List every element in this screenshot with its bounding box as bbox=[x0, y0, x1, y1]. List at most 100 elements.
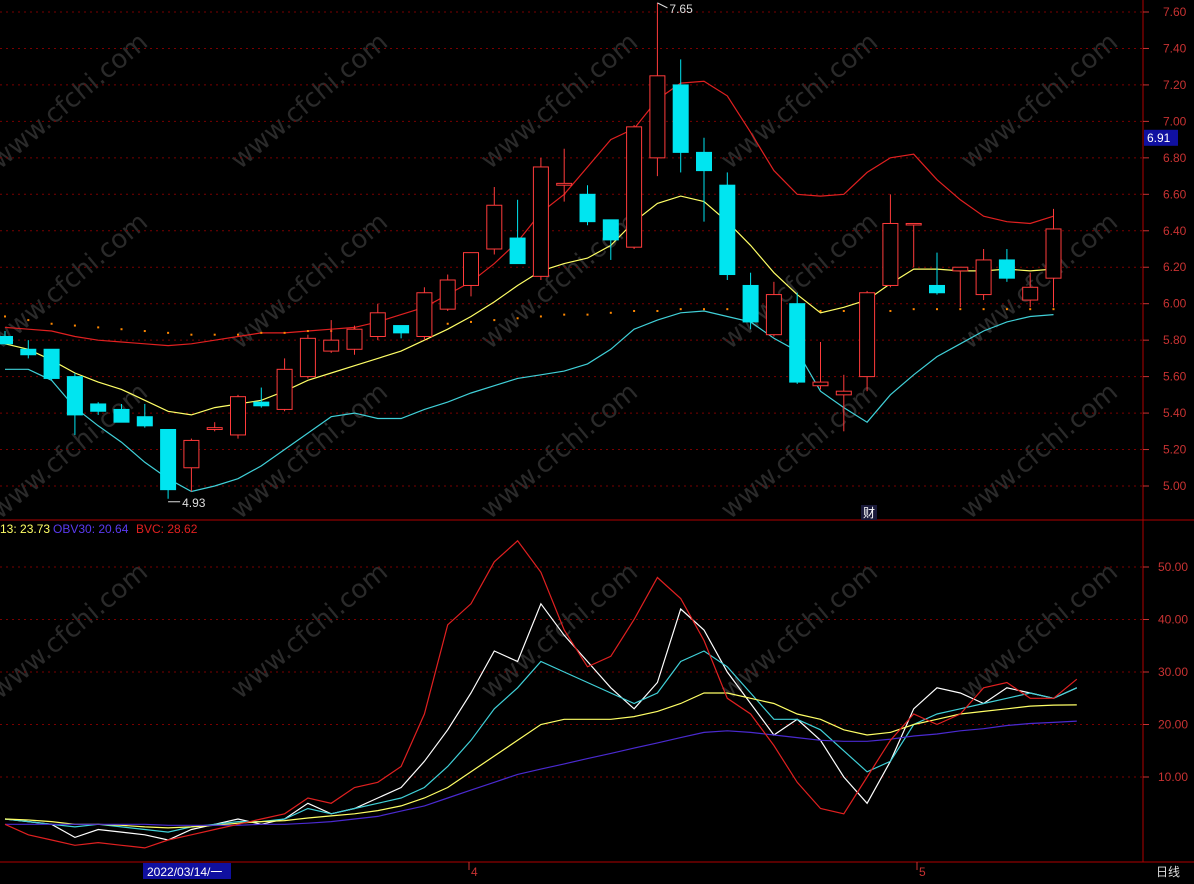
average-dot bbox=[889, 309, 892, 312]
candle-body-up bbox=[463, 252, 479, 286]
average-dot bbox=[97, 326, 100, 329]
date-label-may: 5 bbox=[919, 865, 926, 879]
candle-body-down bbox=[998, 259, 1015, 279]
candle-body-down bbox=[113, 408, 130, 423]
candle bbox=[43, 348, 60, 381]
low-price-label: 4.93 bbox=[182, 496, 206, 510]
price-tick-label: 5.00 bbox=[1163, 479, 1187, 493]
candle bbox=[439, 274, 456, 311]
candle-body-up bbox=[323, 339, 340, 352]
average-dot bbox=[936, 308, 938, 311]
candle-body-up bbox=[952, 266, 969, 272]
candle-body-down bbox=[719, 184, 736, 276]
current-price-value: 6.91 bbox=[1147, 131, 1171, 145]
candle bbox=[416, 287, 433, 341]
average-dot bbox=[819, 309, 822, 312]
average-dot bbox=[260, 331, 263, 334]
average-dot bbox=[842, 309, 845, 312]
candle-body-down bbox=[90, 403, 107, 412]
average-dot bbox=[656, 309, 659, 312]
event-marker[interactable]: 财 bbox=[861, 505, 877, 520]
price-tick-label: 6.60 bbox=[1163, 187, 1187, 201]
indicator-tick-label: 10.00 bbox=[1158, 770, 1188, 784]
financial-report-marker[interactable]: 财 bbox=[863, 506, 875, 520]
candle-body-up bbox=[626, 126, 643, 248]
average-dot bbox=[50, 322, 53, 325]
candle-body-up bbox=[532, 166, 549, 277]
indicator-tick-label: 40.00 bbox=[1158, 613, 1188, 627]
average-dot bbox=[726, 308, 729, 311]
average-dot bbox=[73, 324, 76, 327]
average-dot bbox=[1029, 308, 1032, 311]
candle-body-down bbox=[160, 428, 177, 491]
average-dot bbox=[633, 309, 636, 312]
price-tick-label: 5.60 bbox=[1163, 370, 1187, 384]
candle-body-down bbox=[66, 376, 83, 416]
legend-obv30: OBV30: 20.64 bbox=[53, 522, 129, 536]
candle-body-down bbox=[20, 348, 37, 356]
candle-body-down bbox=[136, 416, 153, 427]
candle-body-up bbox=[1022, 286, 1039, 301]
candle-body-up bbox=[299, 337, 316, 378]
price-tick-label: 7.20 bbox=[1163, 78, 1187, 92]
candle-body-down bbox=[602, 219, 619, 241]
price-tick-label: 7.40 bbox=[1163, 41, 1187, 55]
legend-ma13: 13: 23.73 bbox=[0, 522, 50, 536]
date-label-april: 4 bbox=[471, 865, 478, 879]
candle-body-up bbox=[835, 390, 852, 396]
average-dot bbox=[143, 330, 146, 333]
candle-body-down bbox=[579, 193, 596, 223]
average-dot bbox=[586, 313, 589, 316]
average-dot bbox=[446, 322, 449, 325]
average-dot bbox=[959, 308, 962, 311]
price-tick-label: 6.80 bbox=[1163, 151, 1187, 165]
average-dot bbox=[539, 315, 542, 318]
average-dot bbox=[237, 333, 239, 336]
candle bbox=[230, 394, 246, 439]
indicator-tick-label: 50.00 bbox=[1158, 560, 1188, 574]
average-dot bbox=[190, 333, 193, 336]
average-dot bbox=[306, 330, 309, 333]
average-dot bbox=[213, 333, 216, 336]
candle bbox=[719, 172, 736, 280]
candle-body-up bbox=[346, 328, 363, 350]
average-dot bbox=[27, 319, 30, 322]
chart-stage: www.cfchi.com www.cfchi.com www.cfchi.com w… bbox=[0, 0, 1194, 884]
candle-body-up bbox=[975, 259, 992, 296]
candle-body-up bbox=[905, 222, 922, 226]
high-price-label: 7.65 bbox=[669, 2, 693, 16]
average-dot bbox=[609, 311, 612, 314]
candle-body-up bbox=[439, 279, 456, 310]
candle bbox=[299, 334, 316, 379]
average-dot bbox=[493, 319, 496, 322]
candle-body-up bbox=[486, 204, 503, 250]
indicator-tick-label: 20.00 bbox=[1158, 718, 1188, 732]
candle-body-down bbox=[0, 336, 13, 345]
price-tick-label: 6.40 bbox=[1163, 224, 1187, 238]
candle-body-up bbox=[649, 75, 666, 159]
candle-body-up bbox=[812, 381, 829, 387]
candle-body-up bbox=[276, 368, 293, 410]
candle-body-up bbox=[369, 312, 386, 338]
candle bbox=[626, 125, 643, 249]
candle-body-down bbox=[43, 348, 60, 379]
average-dot bbox=[1005, 308, 1008, 311]
candle-body-down bbox=[253, 401, 270, 407]
indicator-tick-label: 30.00 bbox=[1158, 665, 1188, 679]
average-dot bbox=[470, 320, 472, 323]
candle-body-down bbox=[742, 284, 759, 323]
average-dot bbox=[679, 308, 682, 311]
average-dot bbox=[1052, 308, 1055, 311]
candle-body-down bbox=[672, 84, 689, 153]
period-label[interactable]: 日线 bbox=[1156, 865, 1180, 879]
candle bbox=[859, 290, 876, 392]
average-dot bbox=[283, 331, 286, 334]
candle bbox=[532, 157, 549, 280]
price-tick-label: 5.20 bbox=[1163, 443, 1187, 457]
price-tick-label: 7.00 bbox=[1163, 114, 1187, 128]
candle-body-up bbox=[206, 427, 223, 430]
average-dot bbox=[516, 317, 519, 320]
average-dot bbox=[167, 331, 170, 334]
candle-body-up bbox=[416, 292, 433, 338]
current-price-tag: 6.91 bbox=[1144, 129, 1178, 146]
